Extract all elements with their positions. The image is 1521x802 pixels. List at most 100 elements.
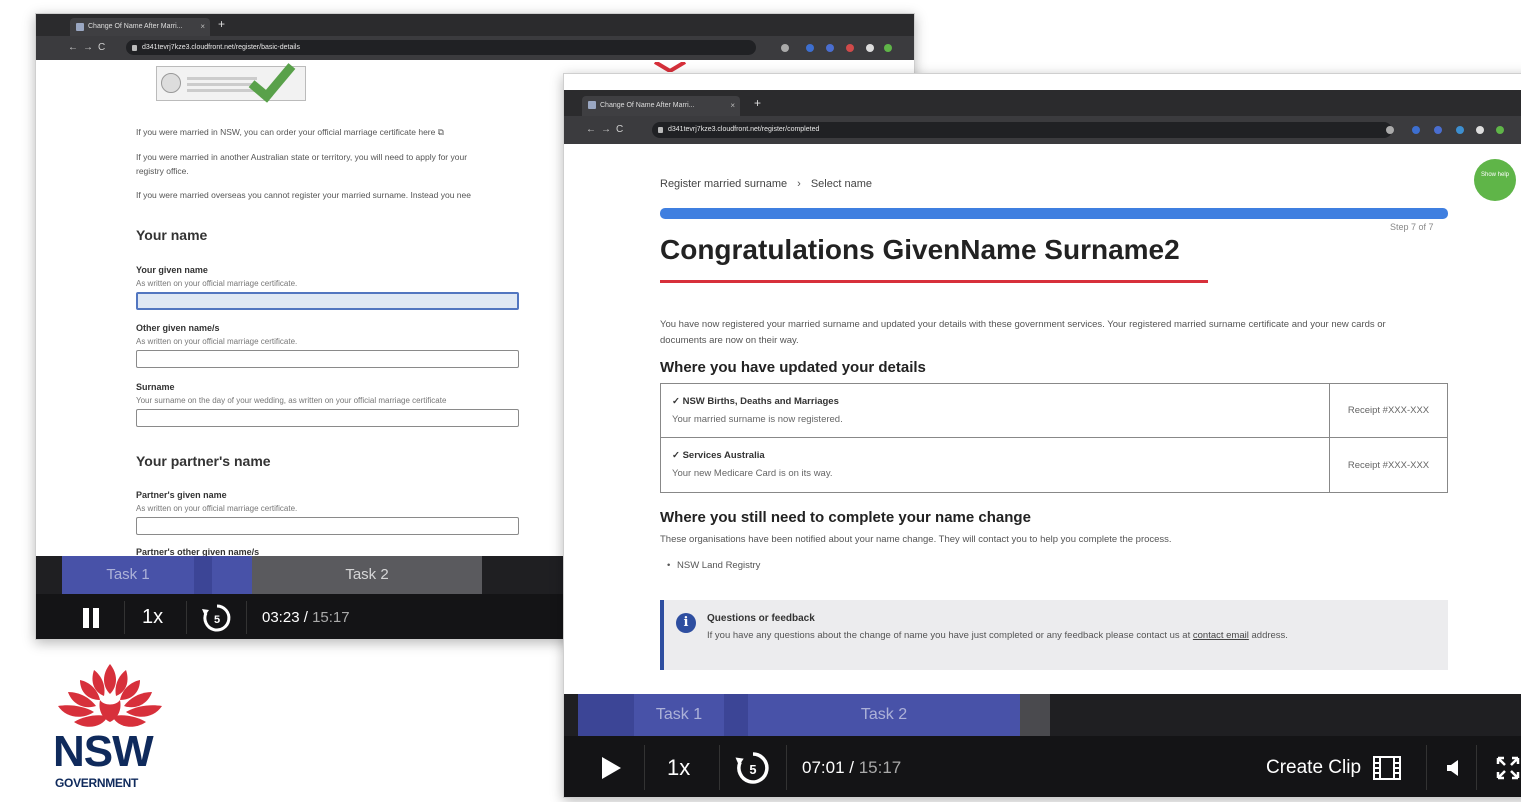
film-icon bbox=[1373, 755, 1402, 780]
profile-icon[interactable] bbox=[1496, 126, 1504, 134]
other-given-names-label: Other given name/s bbox=[136, 323, 220, 333]
browser-address-bar: ←→C d341tevrj7kze3.cloudfront.net/regist… bbox=[564, 116, 1521, 144]
feedback-body: If you have any questions about the chan… bbox=[707, 630, 1288, 641]
url-text: d341tevrj7kze3.cloudfront.net/register/b… bbox=[142, 44, 300, 51]
receipt-number: Receipt #XXX-XXX bbox=[1329, 438, 1447, 492]
nsw-wordmark: NSW bbox=[53, 727, 154, 776]
page-icon bbox=[588, 101, 596, 109]
pause-button[interactable] bbox=[83, 594, 99, 639]
extension-icon[interactable] bbox=[1412, 126, 1420, 134]
partner-given-name-label: Partner's given name bbox=[136, 490, 227, 500]
waratah-flower-icon bbox=[58, 664, 162, 727]
extension-icon[interactable] bbox=[1434, 126, 1442, 134]
task1-segment[interactable]: Task 1 bbox=[62, 556, 194, 594]
step-progress-bar bbox=[660, 208, 1448, 219]
url-text: d341tevrj7kze3.cloudfront.net/register/c… bbox=[668, 126, 820, 133]
fullscreen-button[interactable] bbox=[1496, 736, 1520, 797]
service-name: ✓ NSW Births, Deaths and Marriages bbox=[672, 396, 839, 407]
other-given-names-input[interactable] bbox=[136, 350, 519, 368]
service-detail: Your new Medicare Card is on its way. bbox=[672, 468, 833, 479]
partner-given-name-hint: As written on your official marriage cer… bbox=[136, 504, 298, 513]
fullscreen-icon bbox=[1496, 756, 1520, 779]
extension-icon[interactable] bbox=[1476, 126, 1484, 134]
list-item: NSW Land Registry bbox=[667, 560, 760, 571]
new-tab-icon[interactable]: + bbox=[218, 17, 225, 31]
browser-tab-bar: Change Of Name After Marri... × + bbox=[36, 14, 914, 36]
browser-tab[interactable]: Change Of Name After Marri... × bbox=[70, 18, 210, 36]
extension-icon[interactable] bbox=[846, 44, 854, 52]
rewind-5-button[interactable]: 5 bbox=[199, 594, 235, 639]
close-tab-icon[interactable]: × bbox=[730, 96, 735, 116]
feedback-callout: i Questions or feedback If you have any … bbox=[660, 600, 1448, 670]
task-timeline[interactable]: Task 1 Task 2 bbox=[564, 694, 1521, 736]
service-detail: Your married surname is now registered. bbox=[672, 414, 843, 425]
step-indicator: Step 7 of 7 bbox=[1390, 222, 1434, 232]
overseas-text: If you were married overseas you cannot … bbox=[136, 190, 471, 200]
speed-button[interactable]: 1x bbox=[142, 594, 163, 639]
tab-title: Change Of Name After Marri... bbox=[600, 102, 695, 109]
given-name-hint: As written on your official marriage cer… bbox=[136, 279, 298, 288]
extension-icon[interactable] bbox=[1456, 126, 1464, 134]
your-name-heading: Your name bbox=[136, 227, 208, 243]
volume-icon bbox=[1447, 759, 1458, 776]
given-name-input[interactable] bbox=[136, 292, 519, 310]
breadcrumb-link[interactable]: Register married surname bbox=[660, 178, 787, 190]
surname-input[interactable] bbox=[136, 409, 519, 427]
receipt-number: Receipt #XXX-XXX bbox=[1329, 384, 1447, 437]
browser-tab[interactable]: Change Of Name After Marri... × bbox=[582, 96, 740, 116]
page-icon bbox=[76, 23, 84, 31]
profile-icon[interactable] bbox=[884, 44, 892, 52]
show-help-button[interactable]: Show help bbox=[1474, 159, 1516, 201]
still-complete-subtext: These organisations have been notified a… bbox=[660, 534, 1172, 545]
rewind-icon: 5 bbox=[735, 751, 769, 784]
still-complete-heading: Where you still need to complete your na… bbox=[660, 509, 1031, 526]
time-display: 03:23 / 15:17 bbox=[262, 609, 350, 626]
url-field[interactable]: d341tevrj7kze3.cloudfront.net/register/c… bbox=[652, 122, 1392, 138]
task1-segment[interactable]: Task 1 bbox=[634, 694, 724, 736]
video-controls: 1x 5 07:01 / 15:17 Create Clip bbox=[564, 736, 1521, 797]
nav-buttons-icon[interactable]: ←→C bbox=[586, 124, 628, 135]
updated-details-heading: Where you have updated your details bbox=[660, 359, 926, 376]
chevron-right-icon: › bbox=[797, 178, 801, 190]
external-link-icon[interactable]: ⧉ bbox=[438, 127, 444, 137]
extension-icon[interactable] bbox=[866, 44, 874, 52]
close-tab-icon[interactable]: × bbox=[200, 18, 205, 36]
interstate-text: If you were married in another Australia… bbox=[136, 152, 468, 162]
red-x-mark bbox=[653, 62, 687, 72]
nsw-government-logo: NSW GOVERNMENT bbox=[45, 660, 175, 795]
extension-icon[interactable] bbox=[806, 44, 814, 52]
surname-hint: Your surname on the day of your wedding,… bbox=[136, 396, 447, 405]
seal-icon bbox=[161, 73, 181, 93]
partner-given-name-input[interactable] bbox=[136, 517, 519, 535]
contact-email-link[interactable]: contact email bbox=[1193, 630, 1249, 641]
order-certificate-text: If you were married in NSW, you can orde… bbox=[136, 127, 444, 137]
table-row: ✓ NSW Births, Deaths and Marriages Your … bbox=[661, 384, 1447, 438]
government-wordmark: GOVERNMENT bbox=[55, 776, 139, 790]
surname-label: Surname bbox=[136, 382, 175, 392]
volume-button[interactable] bbox=[1446, 736, 1462, 797]
star-icon[interactable] bbox=[1386, 126, 1394, 134]
lock-icon bbox=[658, 127, 663, 133]
table-row: ✓ Services Australia Your new Medicare C… bbox=[661, 438, 1447, 492]
breadcrumb: Register married surname › Select name bbox=[660, 178, 872, 190]
extension-icon[interactable] bbox=[826, 44, 834, 52]
service-name: ✓ Services Australia bbox=[672, 450, 765, 461]
intro-paragraph: You have now registered your married sur… bbox=[660, 319, 1386, 346]
url-field[interactable]: d341tevrj7kze3.cloudfront.net/register/b… bbox=[126, 40, 756, 55]
play-button[interactable] bbox=[600, 736, 622, 797]
other-given-names-hint: As written on your official marriage cer… bbox=[136, 337, 298, 346]
task2-segment[interactable]: Task 2 bbox=[252, 556, 482, 594]
tab-title: Change Of Name After Marri... bbox=[88, 23, 183, 30]
nav-buttons-icon[interactable]: ←→C bbox=[68, 42, 110, 53]
feedback-title: Questions or feedback bbox=[707, 613, 815, 624]
star-icon[interactable] bbox=[781, 44, 789, 52]
recording-screenshot-completed: Change Of Name After Marri... × + ←→C d3… bbox=[563, 73, 1521, 798]
speed-button[interactable]: 1x bbox=[667, 736, 690, 797]
new-tab-icon[interactable]: + bbox=[754, 96, 761, 110]
task2-segment[interactable]: Task 2 bbox=[748, 694, 1020, 736]
create-clip-button[interactable]: Create Clip bbox=[1266, 736, 1402, 797]
breadcrumb-current[interactable]: Select name bbox=[811, 178, 872, 190]
rewind-5-button[interactable]: 5 bbox=[732, 736, 774, 797]
lock-icon bbox=[132, 44, 137, 51]
svg-text:5: 5 bbox=[749, 761, 756, 776]
